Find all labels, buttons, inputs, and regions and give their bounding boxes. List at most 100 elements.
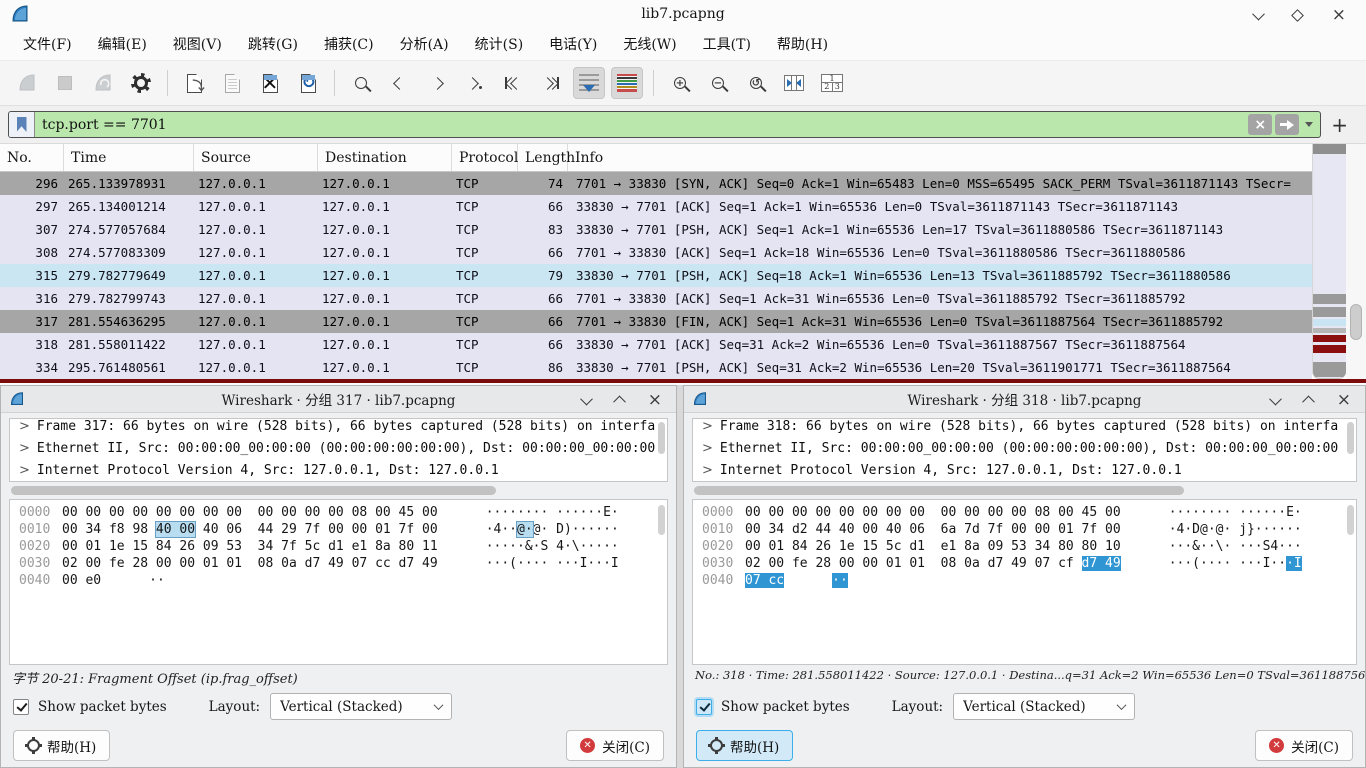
go-first-icon[interactable] — [497, 67, 529, 99]
menu-item[interactable]: 无线(W) — [610, 29, 689, 59]
layout-select[interactable]: Vertical (Stacked) — [953, 693, 1135, 720]
hex-row[interactable]: 0000 00 00 00 00 00 00 00 00 00 00 00 00… — [10, 505, 667, 522]
zoom-in-icon[interactable]: + — [664, 67, 696, 99]
column-header-no[interactable]: No. — [0, 144, 64, 171]
minimize-button[interactable] — [582, 390, 591, 409]
packet-row[interactable]: 334 295.761480561 127.0.0.1 127.0.0.1 TC… — [0, 356, 1312, 379]
packet-row[interactable]: 315 279.782779649 127.0.0.1 127.0.0.1 TC… — [0, 264, 1312, 287]
column-header-destination[interactable]: Destination — [318, 144, 452, 171]
column-header-source[interactable]: Source — [194, 144, 318, 171]
hex-row[interactable]: 0010 00 34 f8 98 40 00 40 06 44 29 7f 00… — [10, 522, 667, 539]
close-file-icon[interactable]: ✕ — [254, 67, 286, 99]
packet-bytes-pane[interactable]: 0000 00 00 00 00 00 00 00 00 00 00 00 00… — [9, 499, 668, 665]
help-button[interactable]: 帮助(H) — [13, 730, 110, 761]
go-forward-icon[interactable] — [421, 67, 453, 99]
column-header-length[interactable]: Length — [518, 144, 568, 171]
menu-item[interactable]: 分析(A) — [387, 29, 462, 59]
titlebar[interactable]: lib7.pcapng × — [0, 0, 1366, 28]
packet-row[interactable]: 317 281.554636295 127.0.0.1 127.0.0.1 TC… — [0, 310, 1312, 333]
save-file-icon[interactable] — [216, 67, 248, 99]
go-to-packet-icon[interactable] — [459, 67, 491, 99]
menu-item[interactable]: 文件(F) — [10, 29, 85, 59]
menu-item[interactable]: 工具(T) — [690, 29, 764, 59]
expand-chevron-icon[interactable]: > — [702, 463, 713, 478]
menu-item[interactable]: 编辑(E) — [85, 29, 160, 59]
capture-restart-icon[interactable] — [87, 67, 119, 99]
filter-history-dropdown-icon[interactable] — [1305, 122, 1313, 127]
tree-hscrollbar[interactable] — [694, 485, 1355, 496]
minimize-button[interactable] — [1271, 390, 1280, 409]
hex-row[interactable]: 0030 02 00 fe 28 00 00 01 01 08 0a d7 49… — [10, 556, 667, 573]
layout-123-icon[interactable]: 123 — [816, 67, 848, 99]
close-dialog-button[interactable]: ✕关闭(C) — [566, 730, 664, 761]
tree-row[interactable]: >Internet Protocol Version 4, Src: 127.0… — [693, 463, 1356, 482]
tree-hscrollbar[interactable] — [11, 485, 666, 496]
packet-row[interactable]: 307 274.577057684 127.0.0.1 127.0.0.1 TC… — [0, 218, 1312, 241]
go-back-icon[interactable] — [383, 67, 415, 99]
colorize-icon[interactable] — [611, 67, 643, 99]
close-dialog-button[interactable]: ✕关闭(C) — [1255, 730, 1353, 761]
zoom-out-icon[interactable]: − — [702, 67, 734, 99]
hex-scrollbar-handle[interactable] — [1347, 505, 1354, 535]
hex-row[interactable]: 0010 00 34 d2 44 40 00 40 06 6a 7d 7f 00… — [693, 522, 1356, 539]
help-button[interactable]: 帮助(H) — [696, 730, 793, 761]
minimize-button[interactable] — [1254, 5, 1263, 24]
filter-clear-icon[interactable]: × — [1248, 114, 1272, 135]
hex-row[interactable]: 0040 07 cc ·· — [693, 573, 1356, 590]
intelligent-scrollbar[interactable] — [1312, 144, 1346, 379]
tree-row[interactable]: >Frame 318: 66 bytes on wire (528 bits),… — [693, 419, 1356, 441]
dialog-titlebar[interactable]: Wireshark · 分组 317 · lib7.pcapng × — [1, 386, 676, 413]
restore-button[interactable] — [615, 390, 624, 409]
scrollbar-handle[interactable] — [1350, 304, 1362, 340]
packet-bytes-pane[interactable]: 0000 00 00 00 00 00 00 00 00 00 00 00 00… — [692, 499, 1357, 665]
expand-chevron-icon[interactable]: > — [702, 441, 713, 456]
tree-row[interactable]: >Frame 317: 66 bytes on wire (528 bits),… — [10, 419, 667, 441]
layout-select[interactable]: Vertical (Stacked) — [270, 693, 452, 720]
dialog-titlebar[interactable]: Wireshark · 分组 318 · lib7.pcapng × — [684, 386, 1365, 413]
expand-chevron-icon[interactable]: > — [19, 463, 30, 478]
packet-row[interactable]: 318 281.558011422 127.0.0.1 127.0.0.1 TC… — [0, 333, 1312, 356]
go-last-icon[interactable] — [535, 67, 567, 99]
column-header-protocol[interactable]: Protocol — [452, 144, 518, 171]
menu-item[interactable]: 电话(Y) — [536, 29, 610, 59]
capture-stop-icon[interactable] — [49, 67, 81, 99]
close-button[interactable]: × — [1337, 390, 1351, 409]
show-packet-bytes-checkbox[interactable] — [13, 699, 29, 715]
packet-detail-tree[interactable]: >Frame 317: 66 bytes on wire (528 bits),… — [9, 418, 668, 482]
filter-apply-icon[interactable] — [1275, 114, 1299, 135]
close-button[interactable]: × — [1332, 5, 1346, 24]
show-packet-bytes-checkbox[interactable] — [696, 699, 712, 715]
tree-row[interactable]: >Internet Protocol Version 4, Src: 127.0… — [10, 463, 667, 482]
auto-scroll-icon[interactable] — [573, 67, 605, 99]
menu-item[interactable]: 帮助(H) — [764, 29, 841, 59]
tree-row[interactable]: >Ethernet II, Src: 00:00:00_00:00:00 (00… — [10, 441, 667, 463]
tree-scrollbar-handle[interactable] — [658, 422, 665, 454]
menu-item[interactable]: 视图(V) — [160, 29, 235, 59]
hex-row[interactable]: 0000 00 00 00 00 00 00 00 00 00 00 00 00… — [693, 505, 1356, 522]
filter-bookmark-icon[interactable] — [9, 112, 35, 137]
hex-row[interactable]: 0040 00 e0 ·· — [10, 573, 667, 590]
packet-row[interactable]: 316 279.782799743 127.0.0.1 127.0.0.1 TC… — [0, 287, 1312, 310]
column-header-info[interactable]: Info — [568, 144, 1312, 171]
find-packet-icon[interactable] — [345, 67, 377, 99]
restore-button[interactable] — [1304, 390, 1313, 409]
menu-item[interactable]: 捕获(C) — [311, 29, 387, 59]
capture-options-icon[interactable] — [125, 67, 157, 99]
tree-row[interactable]: >Ethernet II, Src: 00:00:00_00:00:00 (00… — [693, 441, 1356, 463]
hex-row[interactable]: 0030 02 00 fe 28 00 00 01 01 08 0a d7 49… — [693, 556, 1356, 573]
expand-chevron-icon[interactable]: > — [19, 419, 30, 434]
packet-detail-tree[interactable]: >Frame 318: 66 bytes on wire (528 bits),… — [692, 418, 1357, 482]
packet-row[interactable]: 297 265.134001214 127.0.0.1 127.0.0.1 TC… — [0, 195, 1312, 218]
filter-add-button[interactable]: + — [1321, 113, 1358, 137]
menu-item[interactable]: 统计(S) — [462, 29, 537, 59]
open-file-icon[interactable]: ⤵ — [178, 67, 210, 99]
column-header-time[interactable]: Time — [64, 144, 194, 171]
display-filter-input[interactable]: tcp.port == 7701 × — [8, 111, 1321, 138]
resize-columns-icon[interactable] — [778, 67, 810, 99]
packet-row[interactable]: 296 265.133978931 127.0.0.1 127.0.0.1 TC… — [0, 172, 1312, 195]
tree-scrollbar-handle[interactable] — [1347, 422, 1354, 454]
hex-row[interactable]: 0020 00 01 84 26 1e 15 5c d1 e1 8a 09 53… — [693, 539, 1356, 556]
close-button[interactable]: × — [648, 390, 662, 409]
packet-row[interactable]: 308 274.577083309 127.0.0.1 127.0.0.1 TC… — [0, 241, 1312, 264]
maximize-button[interactable] — [1293, 5, 1302, 24]
